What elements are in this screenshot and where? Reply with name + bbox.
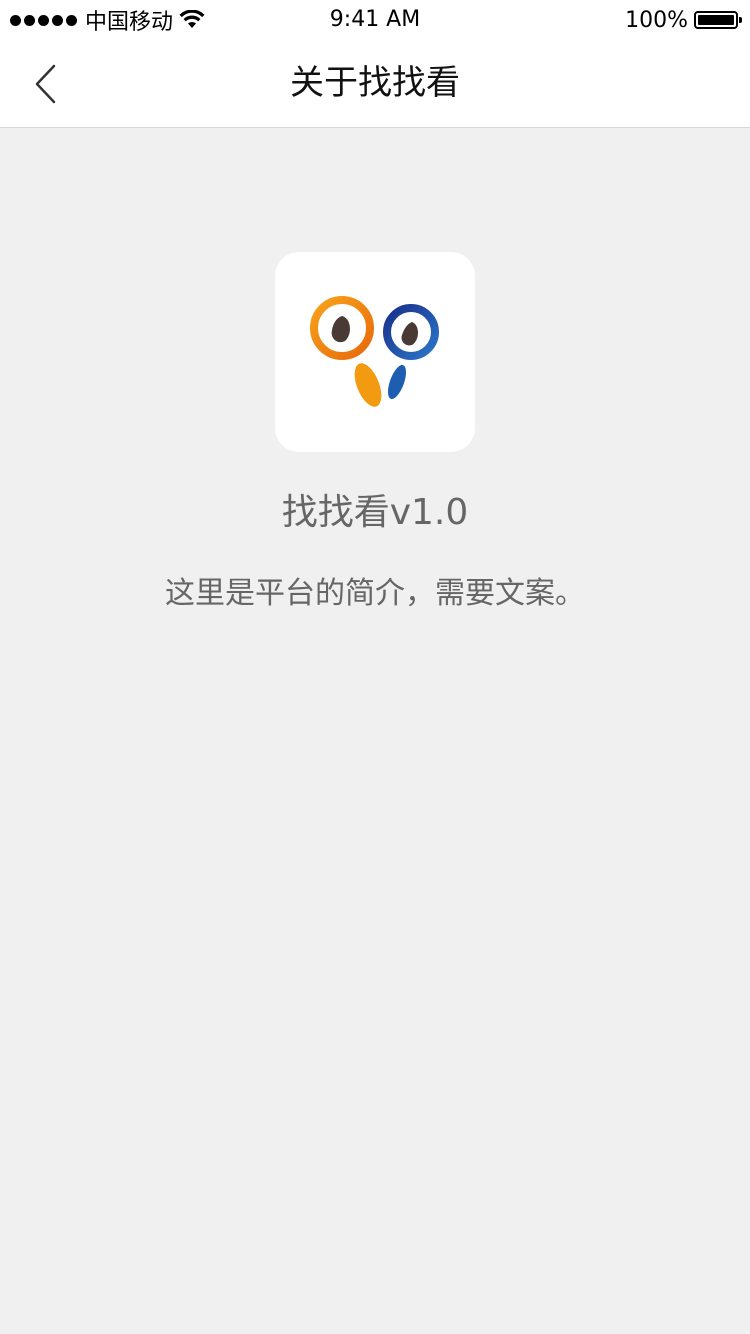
status-bar: 中国移动 9:41 AM 100%: [0, 0, 750, 40]
owl-logo-icon: [310, 296, 439, 407]
about-content: 找找看v1.0 这里是平台的简介，需要文案。: [0, 128, 750, 1334]
status-right: 100%: [625, 5, 742, 35]
platform-intro: 这里是平台的简介，需要文案。: [165, 576, 585, 611]
app-version: 找找看v1.0: [281, 492, 469, 533]
about-screen: 中国移动 9:41 AM 100% 关于找找看 找找看v1.0 这里是平台的简介…: [0, 0, 750, 1334]
battery-icon: [694, 11, 742, 29]
app-logo: [275, 252, 475, 452]
navigation-bar: 关于找找看: [0, 40, 750, 128]
battery-percentage: 100%: [625, 7, 688, 33]
page-title: 关于找找看: [290, 63, 460, 103]
